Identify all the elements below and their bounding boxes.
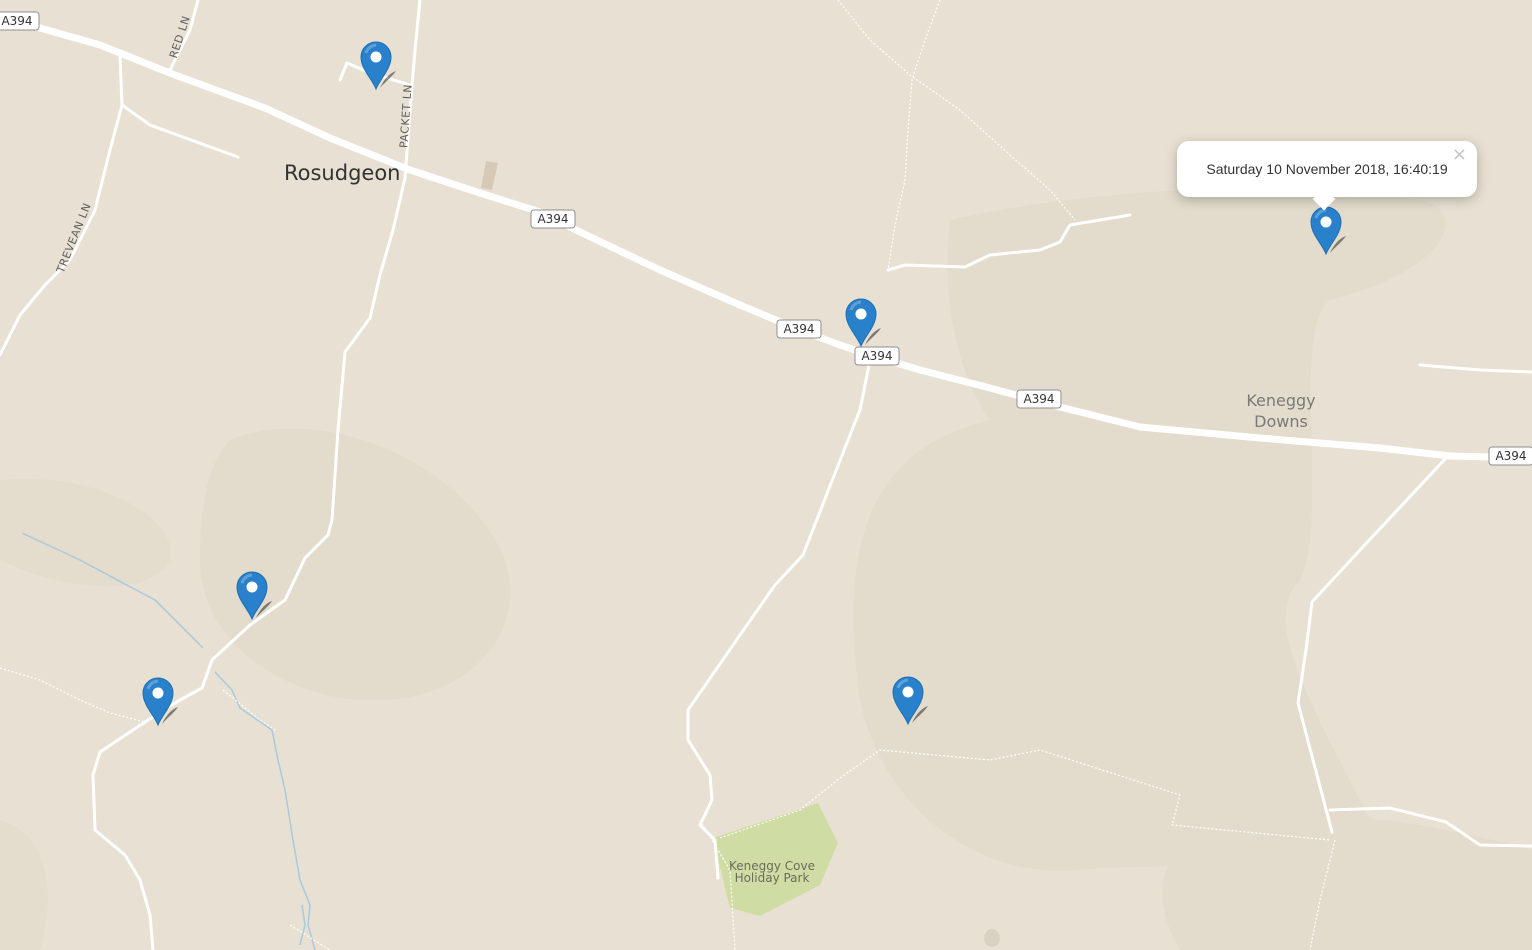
- stream: [214, 671, 316, 950]
- map-marker[interactable]: [142, 677, 178, 727]
- road-shield: A394: [1016, 389, 1062, 409]
- marker-pin: [845, 298, 877, 348]
- terrain-shade: [1162, 815, 1532, 950]
- road-shield-label: A394: [783, 322, 814, 336]
- pond: [984, 929, 1000, 947]
- place-label-holiday-park-line2: Holiday Park: [734, 871, 810, 885]
- marker-popup: Saturday 10 November 2018, 16:40:19 ×: [1177, 141, 1477, 211]
- terrain-shade: [0, 478, 171, 587]
- marker-dot: [152, 687, 164, 699]
- marker-dot: [855, 308, 867, 320]
- road-shield-label: A394: [1023, 392, 1054, 406]
- terrain-shade: [0, 820, 48, 950]
- marker-dot: [246, 581, 258, 593]
- stream: [299, 904, 306, 946]
- popup-close-button[interactable]: ×: [1452, 146, 1467, 164]
- road-shield-label: A394: [537, 212, 568, 226]
- place-label-keneggy-downs: Keneggy Downs: [1236, 390, 1326, 432]
- marker-pin: [360, 41, 392, 91]
- place-label-holiday-park: Keneggy Cove Holiday Park: [722, 860, 822, 884]
- road-shield-label: A394: [861, 349, 892, 363]
- road-shield: A394: [854, 346, 900, 366]
- road-shield: A394: [530, 209, 576, 229]
- marker-pin: [892, 676, 924, 726]
- place-label-keneggy-downs-line1: Keneggy: [1246, 391, 1316, 410]
- terrain-shade: [200, 428, 511, 701]
- lane-label-packet-ln: PACKET LN: [397, 84, 414, 149]
- lane-label-trevean-ln: TREVEAN LN: [54, 201, 94, 276]
- map-marker[interactable]: [892, 676, 928, 726]
- marker-dot: [902, 686, 914, 698]
- building: [481, 161, 498, 190]
- marker-dot: [1320, 216, 1332, 228]
- place-label-rosudgeon: Rosudgeon: [284, 161, 401, 185]
- map-marker[interactable]: [845, 298, 881, 348]
- marker-pin: [1310, 206, 1342, 256]
- terrain-shade: [853, 188, 1446, 871]
- marker-pin: [236, 571, 268, 621]
- map-marker[interactable]: [360, 41, 396, 91]
- map-marker[interactable]: [1310, 206, 1346, 256]
- road-shield: A394: [0, 11, 40, 31]
- marker-pin: [142, 677, 174, 727]
- road-shield: A394: [776, 319, 822, 339]
- road-shield-label: A394: [1, 14, 32, 28]
- map-view[interactable]: RED LN PACKET LN TREVEAN LN A394 A394 A3…: [0, 0, 1532, 950]
- place-label-keneggy-downs-line2: Downs: [1254, 412, 1308, 431]
- marker-dot: [370, 51, 382, 63]
- popup-timestamp: Saturday 10 November 2018, 16:40:19: [1206, 161, 1448, 177]
- map-marker[interactable]: [236, 571, 272, 621]
- road-shield-label: A394: [1495, 449, 1526, 463]
- lane-label-red-ln: RED LN: [167, 14, 193, 60]
- road-shield: A394: [1488, 446, 1532, 466]
